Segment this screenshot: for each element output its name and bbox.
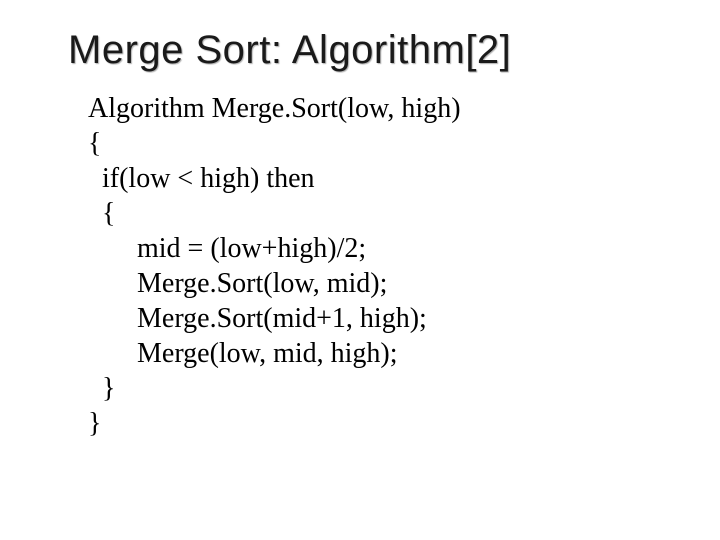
code-line: if(low < high) then <box>88 163 315 194</box>
slide: Merge Sort: Algorithm[2] Algorithm Merge… <box>0 0 720 540</box>
code-line: mid = (low+high)/2; <box>88 233 366 264</box>
code-line: } <box>88 408 101 439</box>
code-line: Merge.Sort(mid+1, high); <box>88 303 427 334</box>
code-line: { <box>88 198 115 229</box>
code-line: Algorithm Merge.Sort(low, high) <box>88 93 461 124</box>
code-line: { <box>88 128 101 159</box>
code-line: } <box>88 373 115 404</box>
code-line: Merge(low, mid, high); <box>88 338 398 369</box>
algorithm-body: Algorithm Merge.Sort(low, high) { if(low… <box>88 91 660 441</box>
slide-title: Merge Sort: Algorithm[2] <box>68 28 660 73</box>
code-line: Merge.Sort(low, mid); <box>88 268 387 299</box>
